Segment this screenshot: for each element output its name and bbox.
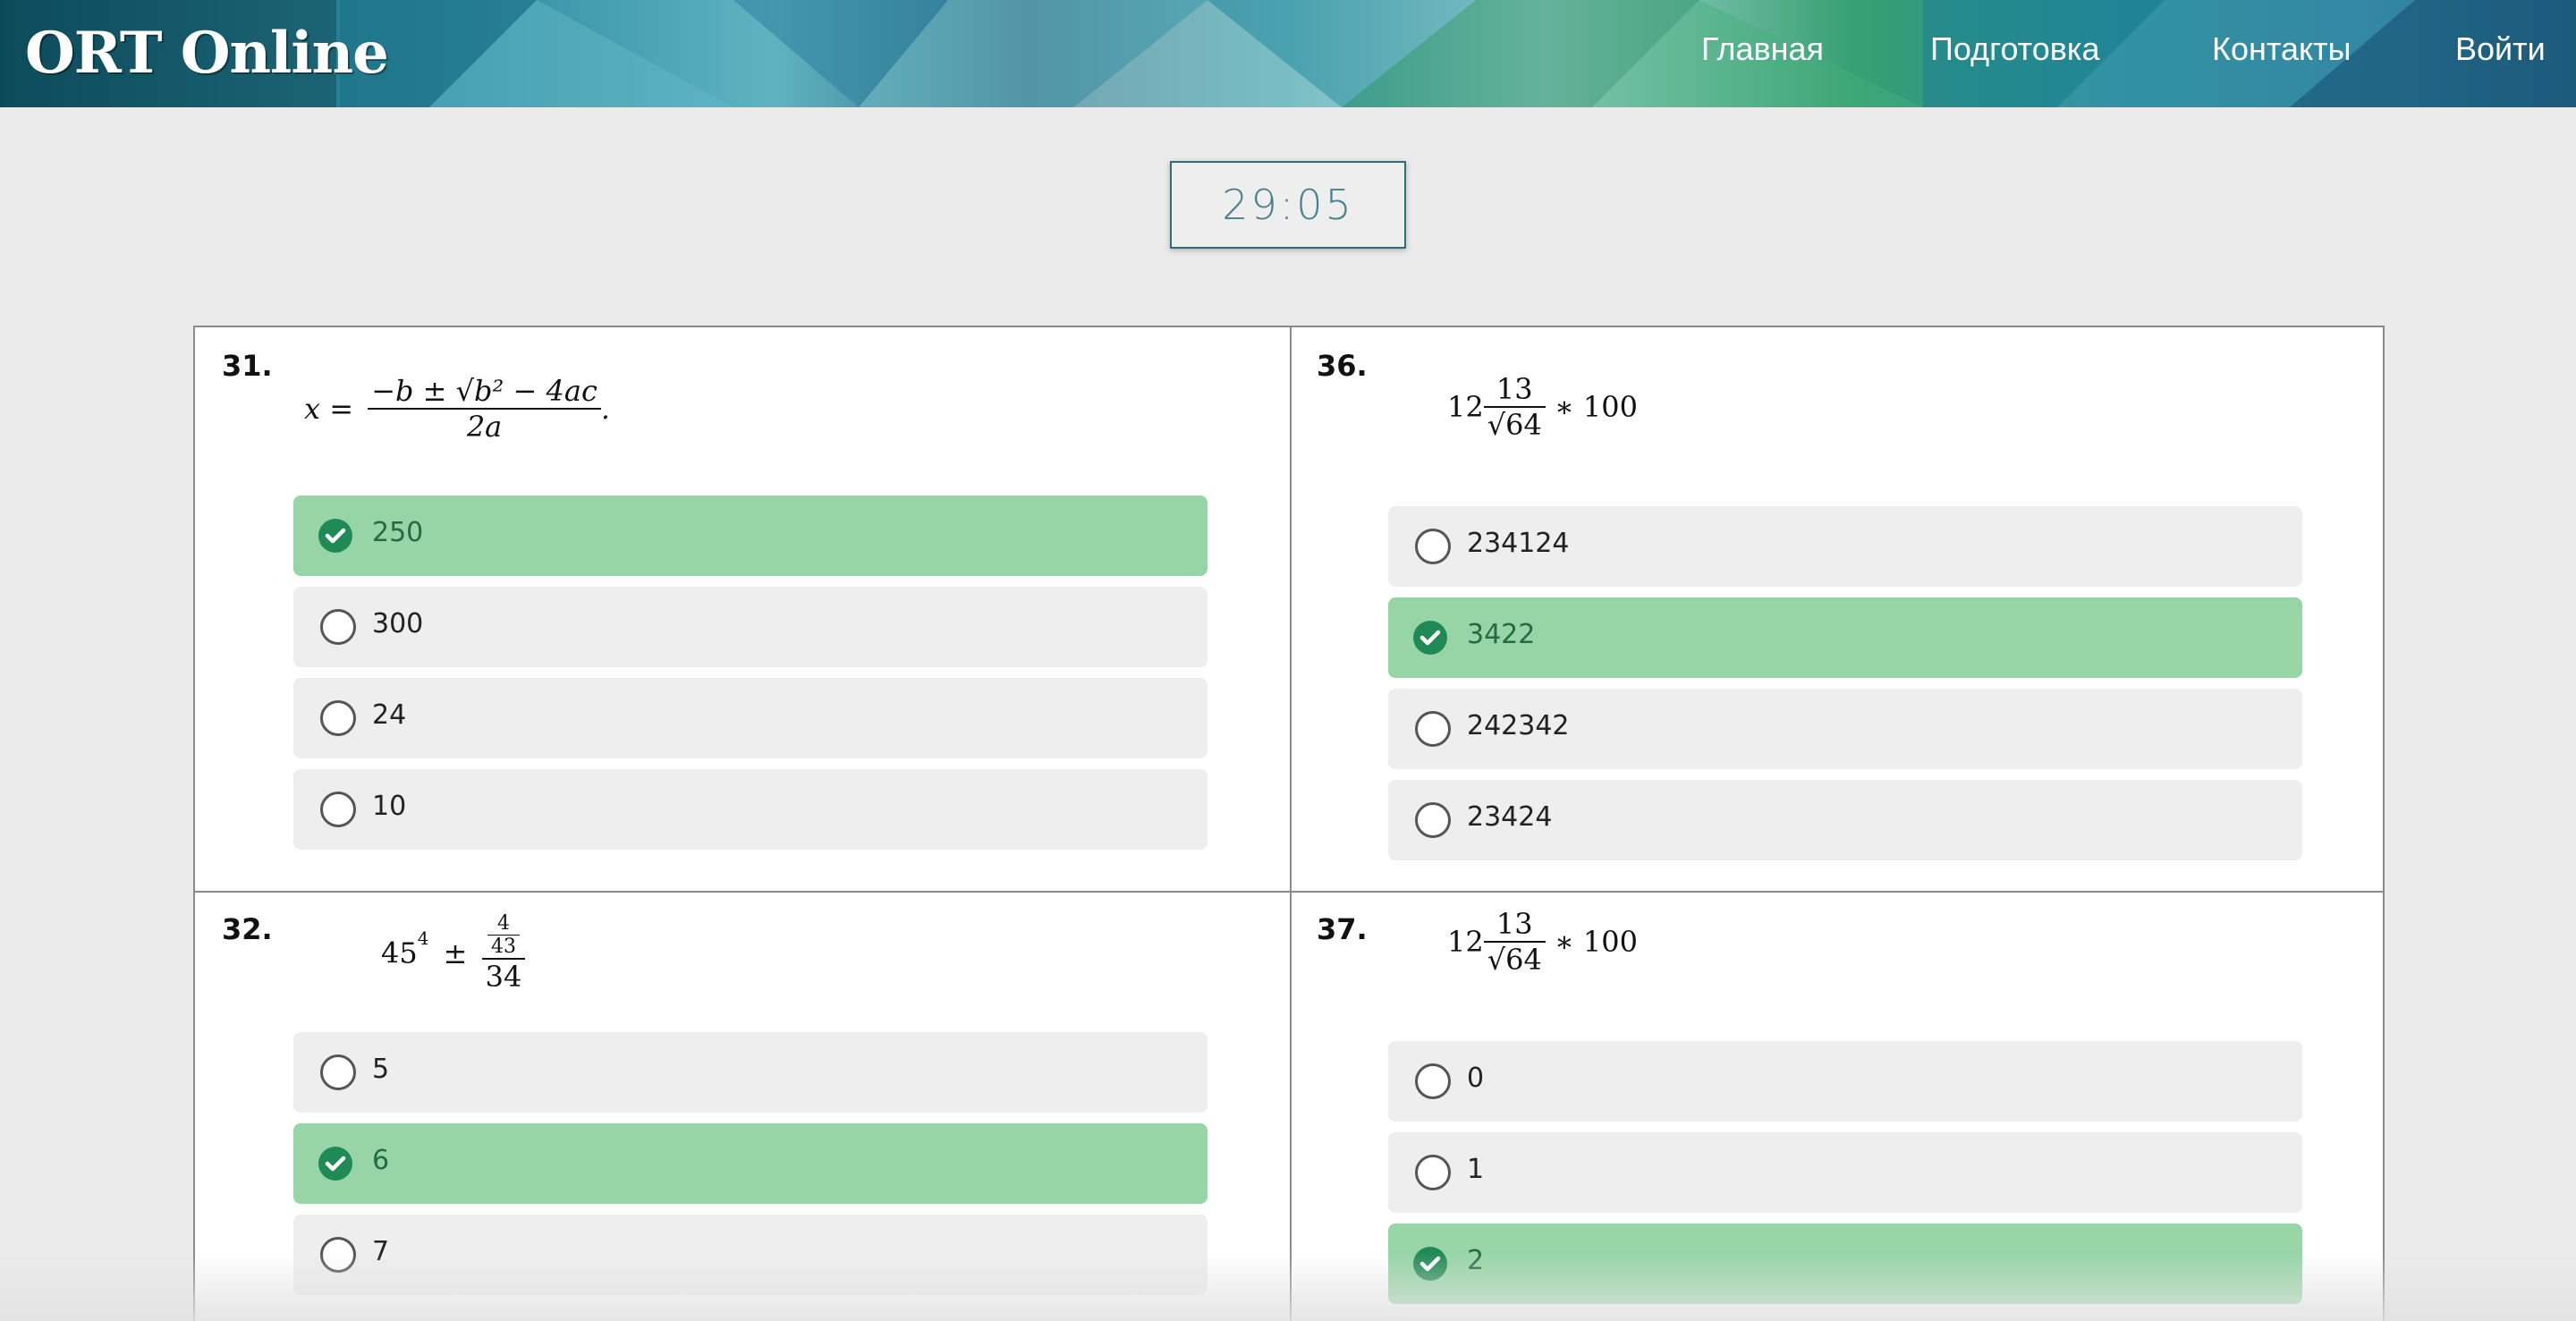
formula-fraction: 13 √64	[1483, 372, 1546, 442]
answer-option-label: 5	[372, 1054, 390, 1085]
answer-option[interactable]: 0	[1388, 1041, 2302, 1122]
row-divider	[195, 891, 2383, 893]
answer-option[interactable]: 23424	[1388, 780, 2302, 860]
nested-numerator: 4	[496, 912, 510, 935]
site-logo[interactable]: ORT Online	[25, 11, 389, 97]
nav-home[interactable]: Главная	[1701, 0, 1824, 107]
nav-login[interactable]: Войти	[2455, 0, 2546, 107]
nav-contacts[interactable]: Контакты	[2212, 0, 2351, 107]
answer-option[interactable]: 3422	[1388, 597, 2302, 678]
formula-lead: 12	[1447, 925, 1484, 959]
fraction-numerator: 4 43	[482, 912, 526, 958]
question-number: 31.	[222, 349, 273, 383]
radio-button[interactable]	[320, 700, 356, 736]
answer-option[interactable]: 10	[293, 769, 1208, 850]
answer-option-label: 242342	[1467, 710, 1570, 741]
radio-button[interactable]	[1415, 1155, 1451, 1190]
answer-option[interactable]: 242342	[1388, 689, 2302, 769]
fraction-numerator: 13	[1496, 907, 1533, 941]
answer-options: 234124 3422 242342 23424	[1388, 506, 2302, 871]
radio-button[interactable]	[1415, 1063, 1451, 1099]
column-divider	[1290, 327, 1292, 1321]
checkmark-icon	[1413, 621, 1447, 655]
answer-option[interactable]: 6	[293, 1123, 1208, 1204]
fraction-denominator: 34	[481, 958, 526, 994]
countdown-timer: 29:05	[1170, 161, 1406, 249]
checkmark-icon	[318, 519, 352, 553]
nested-fraction: 4 43	[487, 912, 520, 958]
question-number: 36.	[1317, 349, 1368, 383]
answer-option-label: 1	[1467, 1154, 1485, 1185]
bottom-fade	[0, 1252, 2576, 1321]
answer-option[interactable]: 250	[293, 495, 1208, 576]
formula-lead: 45	[381, 936, 418, 970]
answer-option-label: 3422	[1467, 619, 1536, 650]
formula-tail: .	[600, 392, 611, 426]
answer-option-label: 0	[1467, 1063, 1485, 1094]
question-formula: 12 13 √64 ∗ 100	[1447, 372, 1638, 442]
fraction-denominator: √64	[1483, 941, 1546, 977]
nav-preparation[interactable]: Подготовка	[1930, 0, 2099, 107]
answer-option[interactable]: 234124	[1388, 506, 2302, 587]
radio-button[interactable]	[1415, 711, 1451, 747]
question-formula: 454 ± 4 43 34	[381, 912, 526, 994]
question-formula: 12 13 √64 ∗ 100	[1447, 907, 1638, 977]
answer-option-label: 300	[372, 608, 424, 639]
fraction-numerator: −b ± √b² − 4ac	[371, 374, 597, 408]
radio-button[interactable]	[320, 792, 356, 827]
checkmark-icon	[318, 1147, 352, 1181]
radio-button[interactable]	[320, 1054, 356, 1090]
answer-option[interactable]: 1	[1388, 1132, 2302, 1213]
formula-fraction: 13 √64	[1483, 907, 1546, 977]
answer-option-label: 24	[372, 699, 407, 731]
formula-tail: ∗ 100	[1555, 390, 1638, 424]
question-number: 37.	[1317, 912, 1368, 946]
site-header: ORT Online Главная Подготовка Контакты В…	[0, 0, 2576, 107]
answer-option-label: 250	[372, 517, 424, 548]
radio-button[interactable]	[320, 609, 356, 645]
formula-tail: ∗ 100	[1555, 925, 1638, 959]
answer-option[interactable]: 300	[293, 587, 1208, 667]
answer-option-label: 23424	[1467, 801, 1553, 833]
formula-operator: ±	[443, 936, 468, 970]
question-number: 32.	[222, 912, 273, 946]
radio-button[interactable]	[1415, 529, 1451, 564]
fraction-denominator: 2a	[368, 408, 601, 444]
formula-lead: 12	[1447, 390, 1484, 424]
formula-fraction: −b ± √b² − 4ac 2a	[368, 374, 601, 444]
questions-grid: 31. x = −b ± √b² − 4ac 2a . 250 300 24 10 3…	[193, 326, 2385, 1321]
answer-option-label: 10	[372, 791, 407, 822]
formula-fraction: 4 43 34	[481, 912, 526, 994]
answer-option[interactable]: 5	[293, 1032, 1208, 1113]
formula-exponent: 4	[417, 927, 429, 949]
fraction-denominator: √64	[1483, 406, 1546, 442]
formula-lhs: x =	[304, 392, 354, 426]
answer-option-label: 6	[372, 1145, 390, 1176]
radio-button[interactable]	[1415, 802, 1451, 838]
answer-option-label: 234124	[1467, 528, 1570, 559]
question-formula: x = −b ± √b² − 4ac 2a .	[304, 374, 610, 444]
answer-options: 250 300 24 10	[293, 495, 1208, 860]
answer-option[interactable]: 24	[293, 678, 1208, 758]
nested-denominator: 43	[487, 935, 520, 958]
fraction-numerator: 13	[1496, 372, 1533, 406]
